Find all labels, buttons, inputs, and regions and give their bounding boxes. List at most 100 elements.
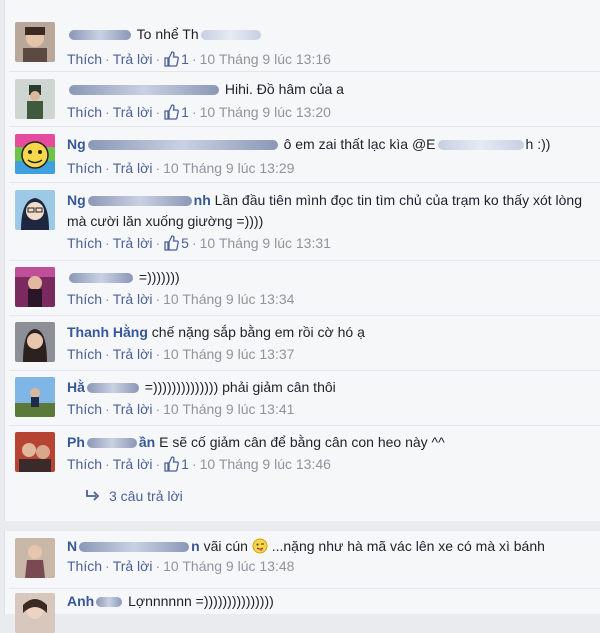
timestamp[interactable]: 10 Tháng 9 lúc 13:41 [163, 401, 294, 417]
section-divider [0, 521, 600, 531]
avatar[interactable] [15, 134, 55, 174]
reply-link[interactable]: Trả lời [113, 160, 153, 176]
view-replies-link[interactable]: 3 câu trả lời [85, 488, 183, 504]
blurred-mention[interactable] [437, 140, 524, 151]
avatar[interactable] [15, 593, 55, 633]
like-count[interactable]: 1 [181, 104, 189, 120]
author-name[interactable]: N [67, 538, 77, 554]
comment-body: Thanh Hằng chế nặng sắp bằng em rồi cờ h… [67, 322, 595, 343]
like-link[interactable]: Thích [67, 401, 102, 417]
comment-item: Thanh Hằng chế nặng sắp bằng em rồi cờ h… [9, 315, 600, 371]
replies-count-label[interactable]: 3 câu trả lời [109, 488, 183, 504]
like-link[interactable]: Thích [67, 291, 102, 307]
author-name-blurred[interactable] [87, 140, 278, 151]
author-name-blurred[interactable] [79, 542, 190, 553]
reply-link[interactable]: Trả lời [113, 401, 153, 417]
like-link[interactable]: Thích [67, 104, 102, 120]
thumbs-up-icon[interactable] [163, 235, 180, 251]
reply-link[interactable]: Trả lời [113, 51, 153, 67]
author-name[interactable]: Hằ [67, 379, 85, 395]
avatar[interactable] [15, 377, 55, 417]
like-count[interactable]: 5 [181, 235, 189, 251]
author-name-blurred[interactable] [69, 30, 131, 41]
avatar[interactable] [15, 322, 55, 362]
like-count[interactable]: 1 [181, 456, 189, 472]
thumbs-up-icon[interactable] [163, 51, 180, 67]
timestamp[interactable]: 10 Tháng 9 lúc 13:20 [200, 104, 331, 120]
reply-link[interactable]: Trả lời [113, 104, 153, 120]
author-name-blurred[interactable] [69, 85, 219, 96]
comment-text: To nhể Th [136, 26, 199, 42]
like-link[interactable]: Thích [67, 558, 102, 574]
reply-link[interactable]: Trả lời [113, 291, 153, 307]
avatar[interactable] [15, 190, 55, 230]
reply-link[interactable]: Trả lời [113, 235, 153, 251]
like-count[interactable]: 1 [181, 51, 189, 67]
like-link[interactable]: Thích [67, 51, 102, 67]
avatar[interactable] [15, 79, 55, 119]
reply-link[interactable]: Trả lời [113, 346, 153, 362]
comment-text-tail: h :)) [525, 136, 551, 152]
comment-text: vãi cún [203, 538, 248, 554]
comment-text: E sẽ cố giảm cân để bằng cân con heo này… [159, 434, 445, 450]
avatar[interactable] [15, 267, 55, 307]
timestamp[interactable]: 10 Tháng 9 lúc 13:48 [163, 558, 294, 574]
author-name-blurred[interactable] [87, 196, 192, 207]
comment-body: Hằ =)))))))))))))) phải giảm cân thôi [67, 377, 595, 398]
like-link[interactable]: Thích [67, 235, 102, 251]
comment-body: Hihi. Đồ hâm của a [67, 79, 595, 100]
comment-body: =))))))) [67, 267, 595, 288]
comment-meta: Thích · Trả lời · 10 Tháng 9 lúc 13:37 [67, 346, 295, 362]
author-name-tail[interactable]: nh [194, 192, 211, 208]
timestamp[interactable]: 10 Tháng 9 lúc 13:29 [163, 160, 294, 176]
author-name-blurred[interactable] [96, 597, 123, 608]
tongue-emoji-icon [252, 538, 268, 554]
like-link[interactable]: Thích [67, 160, 102, 176]
author-name-blurred[interactable] [86, 383, 139, 394]
reply-link[interactable]: Trả lời [113, 558, 153, 574]
comment-meta: Thích · Trả lời · 10 Tháng 9 lúc 13:41 [67, 401, 295, 417]
author-name[interactable]: Ph [67, 434, 85, 450]
thumbs-up-icon[interactable] [163, 456, 180, 472]
comment-text: =))))))) [138, 269, 180, 285]
comment-meta: Thích · Trả lời · 10 Tháng 9 lúc 13:29 [67, 160, 295, 176]
author-name[interactable]: Anh [67, 593, 94, 609]
author-name[interactable]: Thanh Hằng [67, 324, 148, 340]
comment-item: To nhể Th Thích · Trả lời · 1 · 10 Tháng 9 lúc… [9, 16, 600, 72]
like-link[interactable]: Thích [67, 456, 102, 472]
timestamp[interactable]: 10 Tháng 9 lúc 13:16 [200, 51, 331, 67]
timestamp[interactable]: 10 Tháng 9 lúc 13:46 [200, 456, 331, 472]
author-name-blurred[interactable] [86, 438, 137, 449]
comment-meta: Thích · Trả lời · 10 Tháng 9 lúc 13:34 [67, 291, 295, 307]
like-link[interactable]: Thích [67, 346, 102, 362]
timestamp[interactable]: 10 Tháng 9 lúc 13:34 [163, 291, 294, 307]
author-name[interactable]: Ng [67, 136, 86, 152]
author-name-tail[interactable]: n [191, 538, 200, 554]
comment-item: Nn vãi cún ...nặng như hà mã vác lên xe … [9, 531, 600, 589]
author-name-blurred[interactable] [69, 273, 133, 284]
comment-meta: Thích · Trả lời · 1 · 10 Tháng 9 lúc 13:46 [67, 456, 331, 472]
comment-meta: Thích · Trả lời · 1 · 10 Tháng 9 lúc 13:16 [67, 51, 331, 67]
avatar[interactable] [15, 432, 55, 472]
comment-item: Hihi. Đồ hâm của a Thích · Trả lời · 1 · 10 Th… [9, 71, 600, 127]
timestamp[interactable]: 10 Tháng 9 lúc 13:37 [163, 346, 294, 362]
author-name[interactable]: Ng [67, 192, 86, 208]
comment-body: To nhể Th [67, 24, 595, 45]
timestamp[interactable]: 10 Tháng 9 lúc 13:31 [200, 235, 331, 251]
comment-item: Ng ô em zai thất lạc kìa @E h :)) Thích · T… [9, 126, 600, 183]
comment-text-tail: ...nặng như hà mã vác lên xe có mà xì bá… [271, 538, 545, 554]
comment-body: Ng ô em zai thất lạc kìa @E h :)) [67, 134, 595, 155]
comment-item: Anh Lợnnnnnn =))))))))))))))) [9, 588, 600, 633]
comment-item: Ng nh Lần đầu tiên mình đọc tin tìm chủ c… [9, 182, 600, 261]
comment-meta: Thích · Trả lời · 10 Tháng 9 lúc 13:48 [67, 558, 295, 574]
comment-text: Lợnnnnnn =))))))))))))))) [128, 593, 274, 609]
avatar[interactable] [15, 22, 55, 62]
comment-body: Nn vãi cún ...nặng như hà mã vác lên xe … [67, 536, 595, 557]
author-name-tail[interactable]: ần [139, 434, 155, 450]
comment-body: Anh Lợnnnnnn =))))))))))))))) [67, 591, 595, 612]
thumbs-up-icon[interactable] [163, 104, 180, 120]
reply-link[interactable]: Trả lời [113, 456, 153, 472]
avatar[interactable] [15, 538, 55, 578]
blurred-text [200, 30, 261, 41]
comment-text: chế nặng sắp bằng em rồi cờ hó ạ [151, 324, 365, 340]
